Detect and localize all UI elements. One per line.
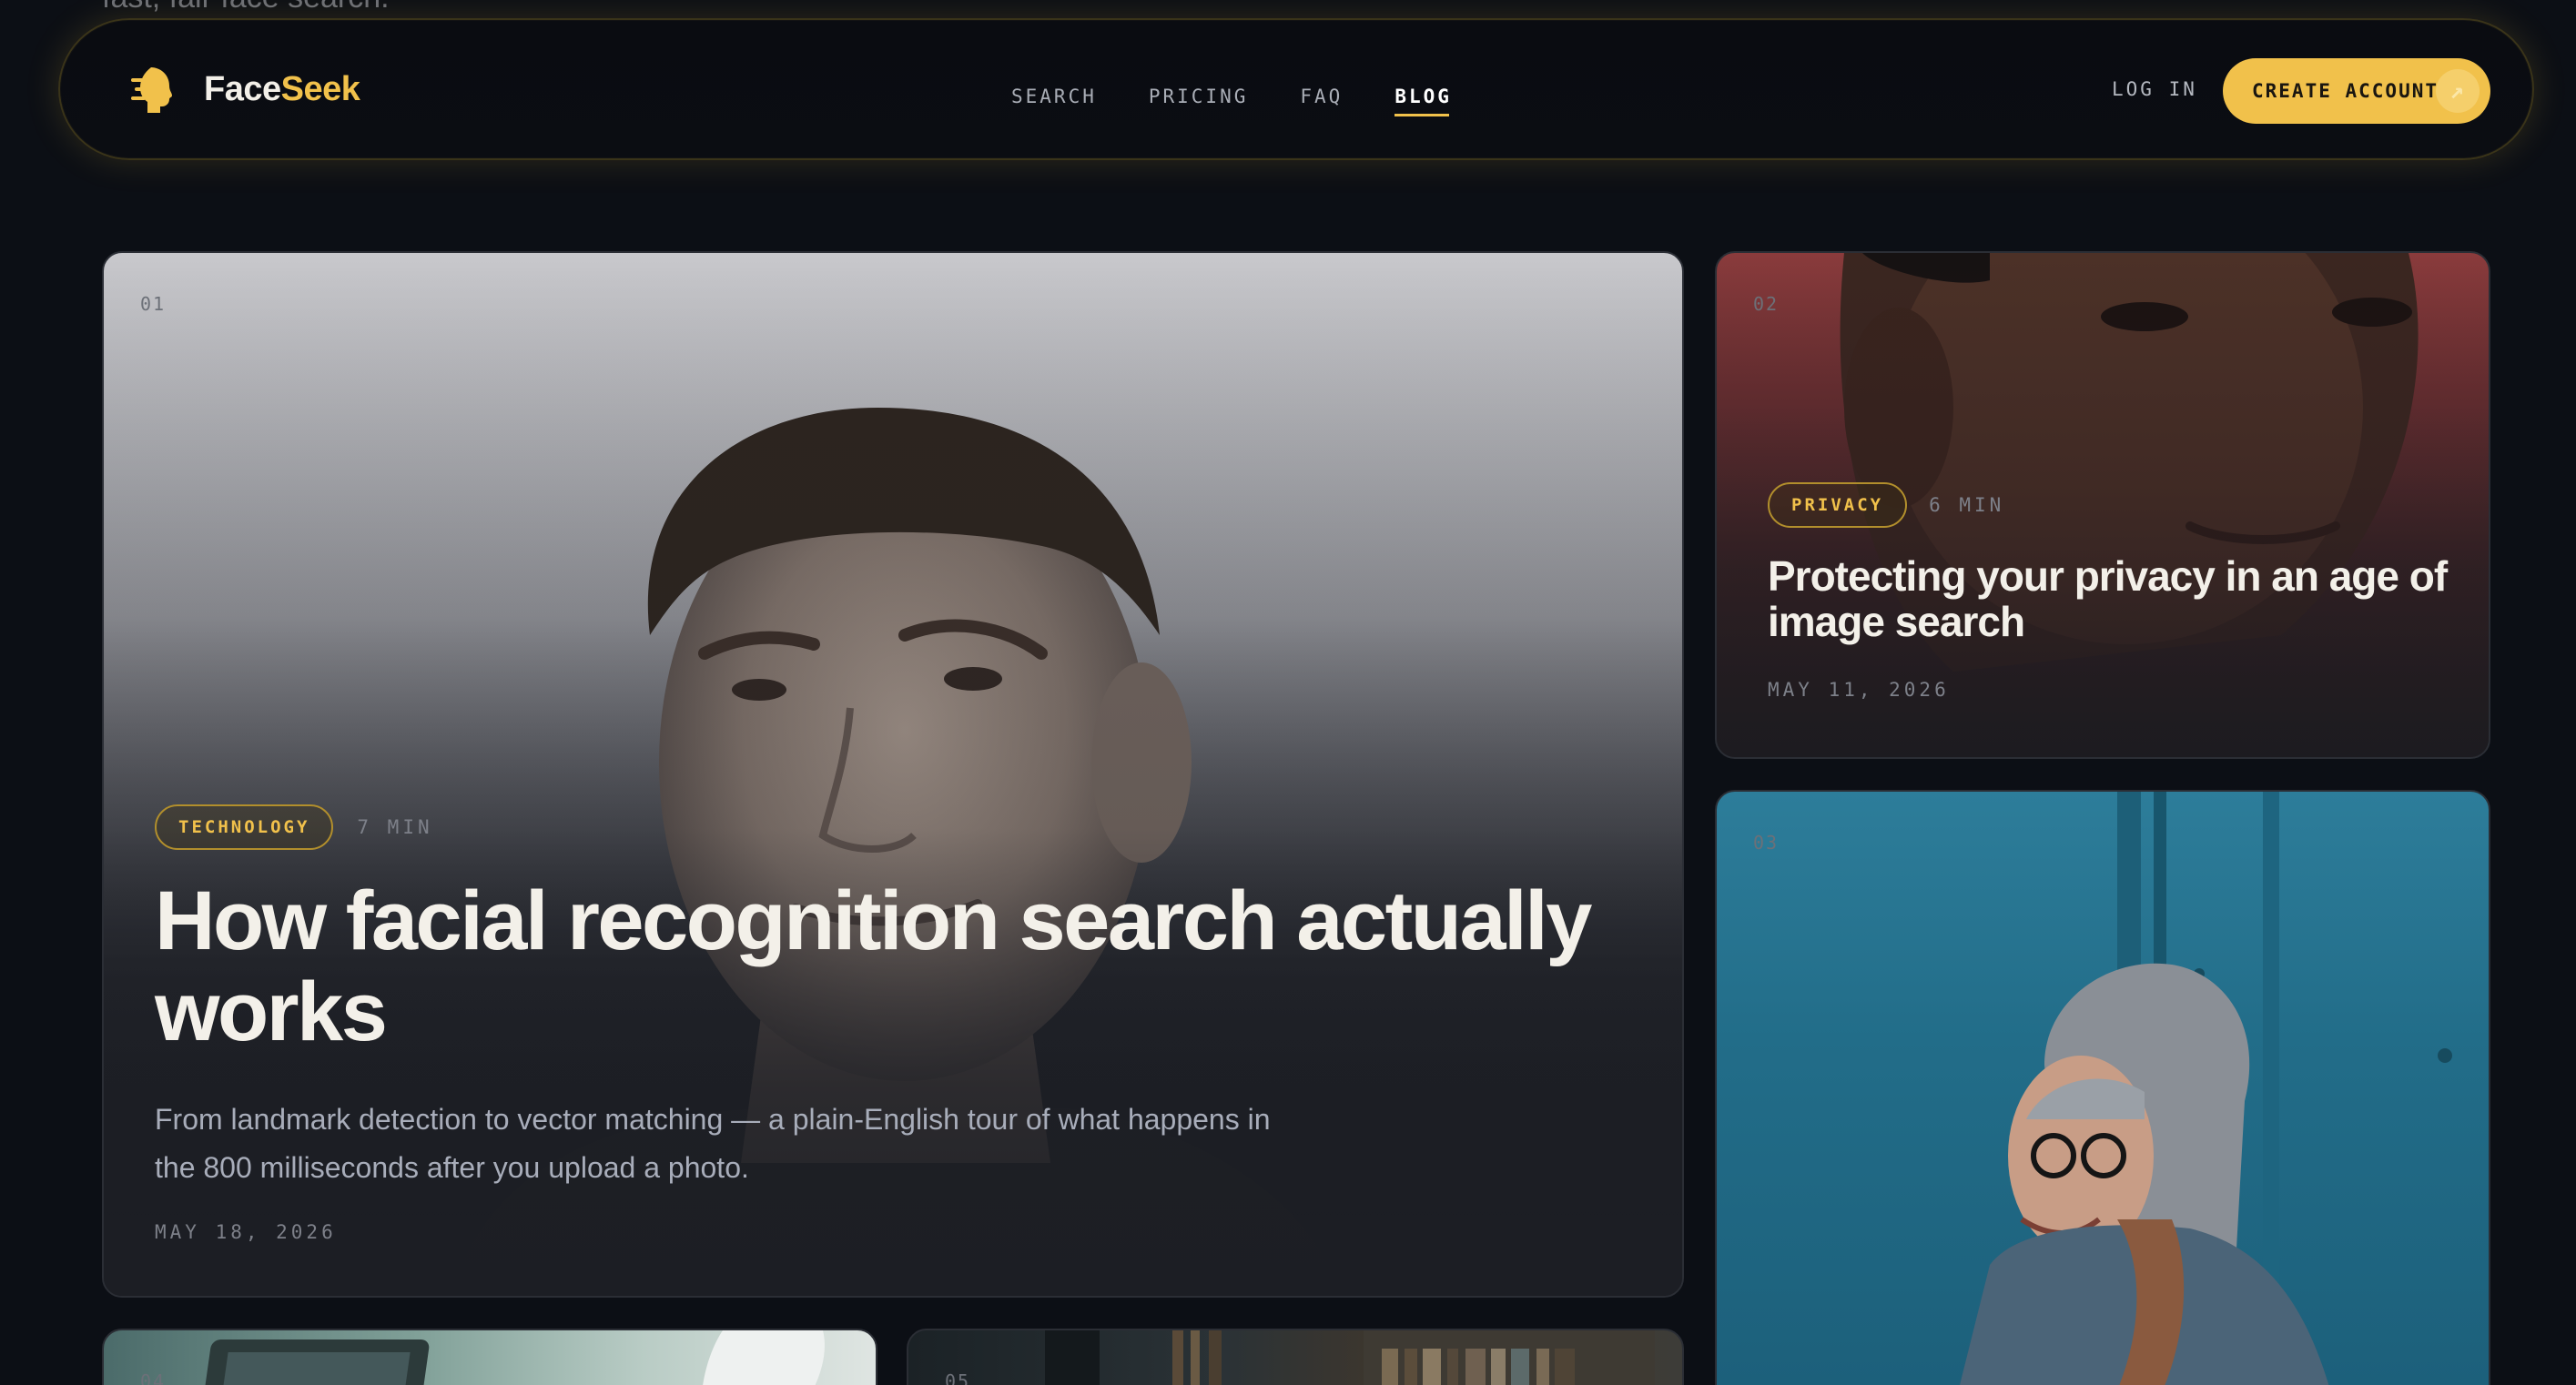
- post-title[interactable]: Protecting your privacy in an age of ima…: [1768, 553, 2459, 644]
- create-account-label: CREATE ACCOUNT: [2252, 80, 2439, 102]
- post-image-woman-hoodie: [1960, 792, 2452, 1385]
- post-meta: PRIVACY 6 MIN: [1768, 482, 2004, 528]
- post-image-library-shelves: [1045, 1330, 1655, 1385]
- post-card-privacy[interactable]: 02 PRIVACY 6 MIN Protecting your privacy…: [1715, 251, 2490, 759]
- category-badge[interactable]: TECHNOLOGY: [155, 804, 334, 850]
- post-card-04[interactable]: 04: [102, 1329, 877, 1385]
- create-account-button[interactable]: CREATE ACCOUNT ↗: [2223, 58, 2490, 124]
- read-time: 6 MIN: [1929, 494, 2005, 516]
- top-navigation: FaceSeek SEARCH PRICING FAQ BLOG LOG IN …: [58, 18, 2534, 160]
- featured-post-card[interactable]: 01 TECHNOLOGY 7 MIN How facial recogniti…: [102, 251, 1684, 1298]
- post-number: 01: [140, 293, 167, 315]
- faceseek-logo-icon: [131, 67, 172, 113]
- post-card-03[interactable]: 03: [1715, 790, 2490, 1385]
- post-number: 03: [1753, 832, 1780, 854]
- post-meta: TECHNOLOGY 7 MIN: [155, 804, 433, 850]
- nav-link-search[interactable]: SEARCH: [1011, 86, 1097, 107]
- nav-link-blog[interactable]: BLOG: [1394, 86, 1452, 116]
- post-card-05[interactable]: 05: [907, 1329, 1684, 1385]
- post-number: 05: [945, 1370, 971, 1385]
- nav-link-faq[interactable]: FAQ: [1300, 86, 1343, 107]
- brand-name-face: Face: [204, 69, 281, 108]
- arrow-up-right-icon: ↗: [2436, 69, 2480, 113]
- post-date: MAY 18, 2026: [155, 1221, 337, 1243]
- post-title[interactable]: How facial recognition search actually w…: [155, 875, 1648, 1057]
- hero-tagline-peek: fast, fair face search.: [102, 0, 390, 15]
- post-image-desk-laptop: [198, 1330, 825, 1385]
- brand-home-link[interactable]: FaceSeek: [129, 62, 360, 116]
- nav-link-pricing[interactable]: PRICING: [1149, 86, 1249, 107]
- post-number: 04: [140, 1370, 167, 1385]
- primary-nav: SEARCH PRICING FAQ BLOG: [1011, 86, 1452, 116]
- post-number: 02: [1753, 293, 1780, 315]
- read-time: 7 MIN: [357, 816, 433, 838]
- brand-name-seek: Seek: [280, 69, 360, 108]
- login-link[interactable]: LOG IN: [2112, 78, 2197, 100]
- post-excerpt: From landmark detection to vector matchi…: [155, 1103, 1271, 1184]
- post-date: MAY 11, 2026: [1768, 679, 1950, 701]
- brand-name: FaceSeek: [204, 70, 360, 109]
- category-badge[interactable]: PRIVACY: [1768, 482, 1908, 528]
